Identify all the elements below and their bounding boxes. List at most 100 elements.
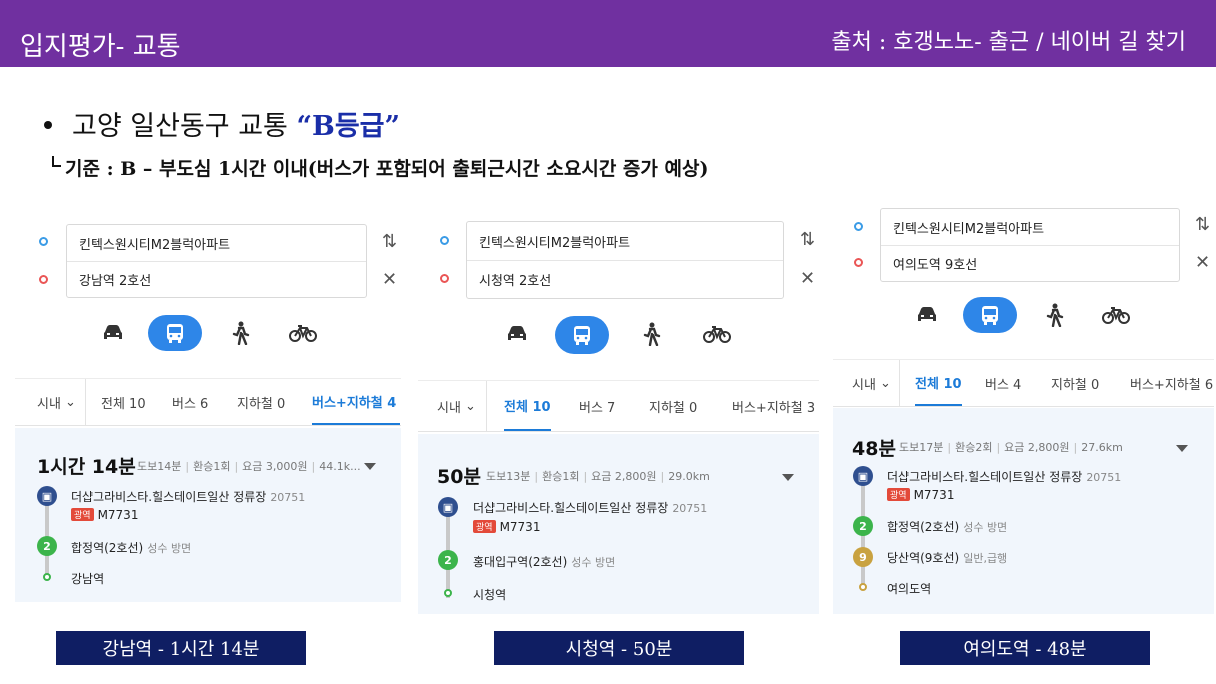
tab-divider bbox=[899, 360, 900, 406]
grade-label: “B등급” bbox=[296, 111, 401, 142]
bike-icon[interactable] bbox=[276, 315, 330, 351]
line-2-icon: 2 bbox=[37, 536, 57, 556]
header-bar: 입지평가- 교통 출처 : 호갱노노- 출근 / 네이버 길 찾기 bbox=[0, 0, 1216, 67]
origin-input[interactable]: 킨텍스원시티M2블럭아파트 bbox=[467, 222, 783, 260]
route-panel-yeouido: 킨텍스원시티M2블럭아파트 여의도역 9호선 ⇅ ✕ 시내 ⌄ 전체 10 버스… bbox=[833, 200, 1214, 614]
trip-duration: 48분 bbox=[852, 438, 896, 460]
stop-name: 시청역 bbox=[473, 588, 507, 602]
tab-divider bbox=[486, 381, 487, 431]
bus-icon[interactable] bbox=[555, 316, 609, 354]
tab-subway[interactable]: 지하철 0 bbox=[1051, 360, 1099, 406]
line-2-icon: 2 bbox=[853, 516, 873, 536]
close-icon[interactable]: ✕ bbox=[800, 270, 815, 288]
car-icon[interactable] bbox=[86, 315, 140, 351]
bus-route: 광역 M7731 bbox=[473, 520, 540, 534]
tab-bus[interactable]: 버스 4 bbox=[985, 360, 1021, 406]
tab-bus-subway[interactable]: 버스+지하철 4 bbox=[312, 379, 401, 425]
caption-yeouido: 여의도역 - 48분 bbox=[900, 631, 1150, 665]
trip-meta: 도보17분 | 환승2회 | 요금 2,800원 | 27.6km bbox=[899, 441, 1123, 454]
page-title: 입지평가- 교통 bbox=[20, 32, 181, 62]
expand-caret-icon[interactable] bbox=[782, 474, 794, 481]
bike-icon[interactable] bbox=[690, 316, 744, 352]
car-icon[interactable] bbox=[900, 297, 954, 333]
criteria-text: 기준 : B – 부도심 1시간 이내(버스가 포함되어 출퇴근시간 소요시간 … bbox=[52, 154, 708, 181]
tab-all[interactable]: 전체 10 bbox=[915, 360, 962, 406]
trip-duration: 50분 bbox=[437, 466, 481, 488]
tab-city[interactable]: 시내 ⌄ bbox=[37, 379, 76, 425]
transport-modes bbox=[15, 315, 401, 351]
expand-caret-icon[interactable] bbox=[1176, 445, 1188, 452]
stop-name: 더샵그라비스타.힐스테이트일산 정류장 20751 bbox=[473, 501, 708, 515]
transport-modes bbox=[833, 297, 1214, 333]
trip-meta: 도보13분 | 환승1회 | 요금 2,800원 | 29.0km bbox=[486, 470, 710, 483]
route-tabs: 시내 ⌄ 전체 10 버스 6 지하철 0 버스+지하철 4 bbox=[15, 378, 401, 426]
origin-marker-icon bbox=[440, 236, 449, 245]
tab-bus[interactable]: 버스 6 bbox=[172, 379, 208, 425]
walk-icon[interactable] bbox=[213, 315, 267, 351]
bullet-dot-icon bbox=[44, 120, 52, 129]
route-timeline bbox=[861, 486, 865, 586]
expand-caret-icon[interactable] bbox=[364, 463, 376, 470]
bike-icon[interactable] bbox=[1089, 297, 1143, 333]
stop-name: 더샵그라비스타.힐스테이트일산 정류장 20751 bbox=[887, 470, 1122, 484]
close-icon[interactable]: ✕ bbox=[382, 271, 397, 289]
stop-name: 합정역(2호선) 성수 방면 bbox=[71, 541, 192, 555]
stop-name: 당산역(9호선) 일반,급행 bbox=[887, 551, 1008, 565]
tab-bus-subway[interactable]: 버스+지하철 6 bbox=[1130, 360, 1213, 406]
origin-marker-icon bbox=[854, 222, 863, 231]
stop-name: 여의도역 bbox=[887, 582, 932, 596]
tab-bus[interactable]: 버스 7 bbox=[579, 381, 615, 431]
car-icon[interactable] bbox=[490, 316, 544, 352]
destination-marker-icon bbox=[440, 274, 449, 283]
bus-icon[interactable] bbox=[963, 297, 1017, 333]
origin-marker-icon bbox=[39, 237, 48, 246]
route-result[interactable]: 48분 도보17분 | 환승2회 | 요금 2,800원 | 27.6km ▣ 더샵그라비스… bbox=[833, 408, 1214, 614]
destination-input[interactable]: 여의도역 9호선 bbox=[881, 245, 1179, 281]
walk-icon[interactable] bbox=[624, 316, 678, 352]
route-panel-gangnam: 킨텍스원시티M2블럭아파트 강남역 2호선 ⇅ ✕ 시내 ⌄ 전체 10 버스 … bbox=[15, 212, 401, 602]
stop-name: 더샵그라비스타.힐스테이트일산 정류장 20751 bbox=[71, 490, 306, 504]
bus-route: 광역 M7731 bbox=[887, 488, 954, 502]
trip-duration: 1시간 14분 bbox=[37, 456, 136, 478]
tab-subway[interactable]: 지하철 0 bbox=[237, 379, 285, 425]
stop-name: 강남역 bbox=[71, 572, 105, 586]
close-icon[interactable]: ✕ bbox=[1195, 254, 1210, 272]
route-result[interactable]: 50분 도보13분 | 환승1회 | 요금 2,800원 | 29.0km ▣ 더샵그라비스… bbox=[418, 434, 819, 614]
destination-input[interactable]: 강남역 2호선 bbox=[67, 261, 366, 297]
route-input-box: 킨텍스원시티M2블럭아파트 여의도역 9호선 bbox=[880, 208, 1180, 282]
route-tabs: 시내 ⌄ 전체 10 버스 7 지하철 0 버스+지하철 3 bbox=[418, 380, 819, 432]
tab-divider bbox=[85, 379, 86, 425]
bus-route: 광역 M7731 bbox=[71, 508, 138, 522]
destination-ring-icon bbox=[859, 583, 867, 591]
caption-gangnam: 강남역 - 1시간 14분 bbox=[56, 631, 306, 665]
origin-input[interactable]: 킨텍스원시티M2블럭아파트 bbox=[67, 225, 366, 261]
bus-icon[interactable] bbox=[148, 315, 202, 351]
tab-city[interactable]: 시내 ⌄ bbox=[437, 381, 476, 431]
bus-stop-icon: ▣ bbox=[438, 497, 458, 517]
tab-city[interactable]: 시내 ⌄ bbox=[852, 360, 891, 406]
route-result[interactable]: 1시간 14분 도보14분 | 환승1회 | 요금 3,000원 | 44.1k... ▣ … bbox=[15, 428, 401, 602]
tab-bus-subway[interactable]: 버스+지하철 3 bbox=[732, 381, 815, 431]
origin-input[interactable]: 킨텍스원시티M2블럭아파트 bbox=[881, 209, 1179, 245]
tab-all[interactable]: 전체 10 bbox=[504, 381, 551, 431]
swap-icon[interactable]: ⇅ bbox=[800, 231, 815, 249]
stop-name: 홍대입구역(2호선) 성수 방면 bbox=[473, 555, 616, 569]
swap-icon[interactable]: ⇅ bbox=[382, 233, 397, 251]
route-panel-cityhall: 킨텍스원시티M2블럭아파트 시청역 2호선 ⇅ ✕ 시내 ⌄ 전체 10 버스 … bbox=[418, 210, 819, 614]
destination-input[interactable]: 시청역 2호선 bbox=[467, 260, 783, 298]
summary-bullet: 고양 일산동구 교통 “B등급” bbox=[44, 104, 400, 143]
stop-name: 합정역(2호선) 성수 방면 bbox=[887, 520, 1008, 534]
walk-icon[interactable] bbox=[1027, 297, 1081, 333]
bus-stop-icon: ▣ bbox=[853, 466, 873, 486]
tab-subway[interactable]: 지하철 0 bbox=[649, 381, 697, 431]
tab-all[interactable]: 전체 10 bbox=[101, 379, 146, 425]
caption-cityhall: 시청역 - 50분 bbox=[494, 631, 744, 665]
route-tabs: 시내 ⌄ 전체 10 버스 4 지하철 0 버스+지하철 6 bbox=[833, 359, 1214, 407]
destination-ring-icon bbox=[43, 573, 51, 581]
swap-icon[interactable]: ⇅ bbox=[1195, 216, 1210, 234]
bus-stop-icon: ▣ bbox=[37, 486, 57, 506]
destination-ring-icon bbox=[444, 589, 452, 597]
destination-marker-icon bbox=[39, 275, 48, 284]
summary-text: 고양 일산동구 교통 bbox=[72, 111, 297, 142]
transport-modes bbox=[418, 316, 819, 354]
